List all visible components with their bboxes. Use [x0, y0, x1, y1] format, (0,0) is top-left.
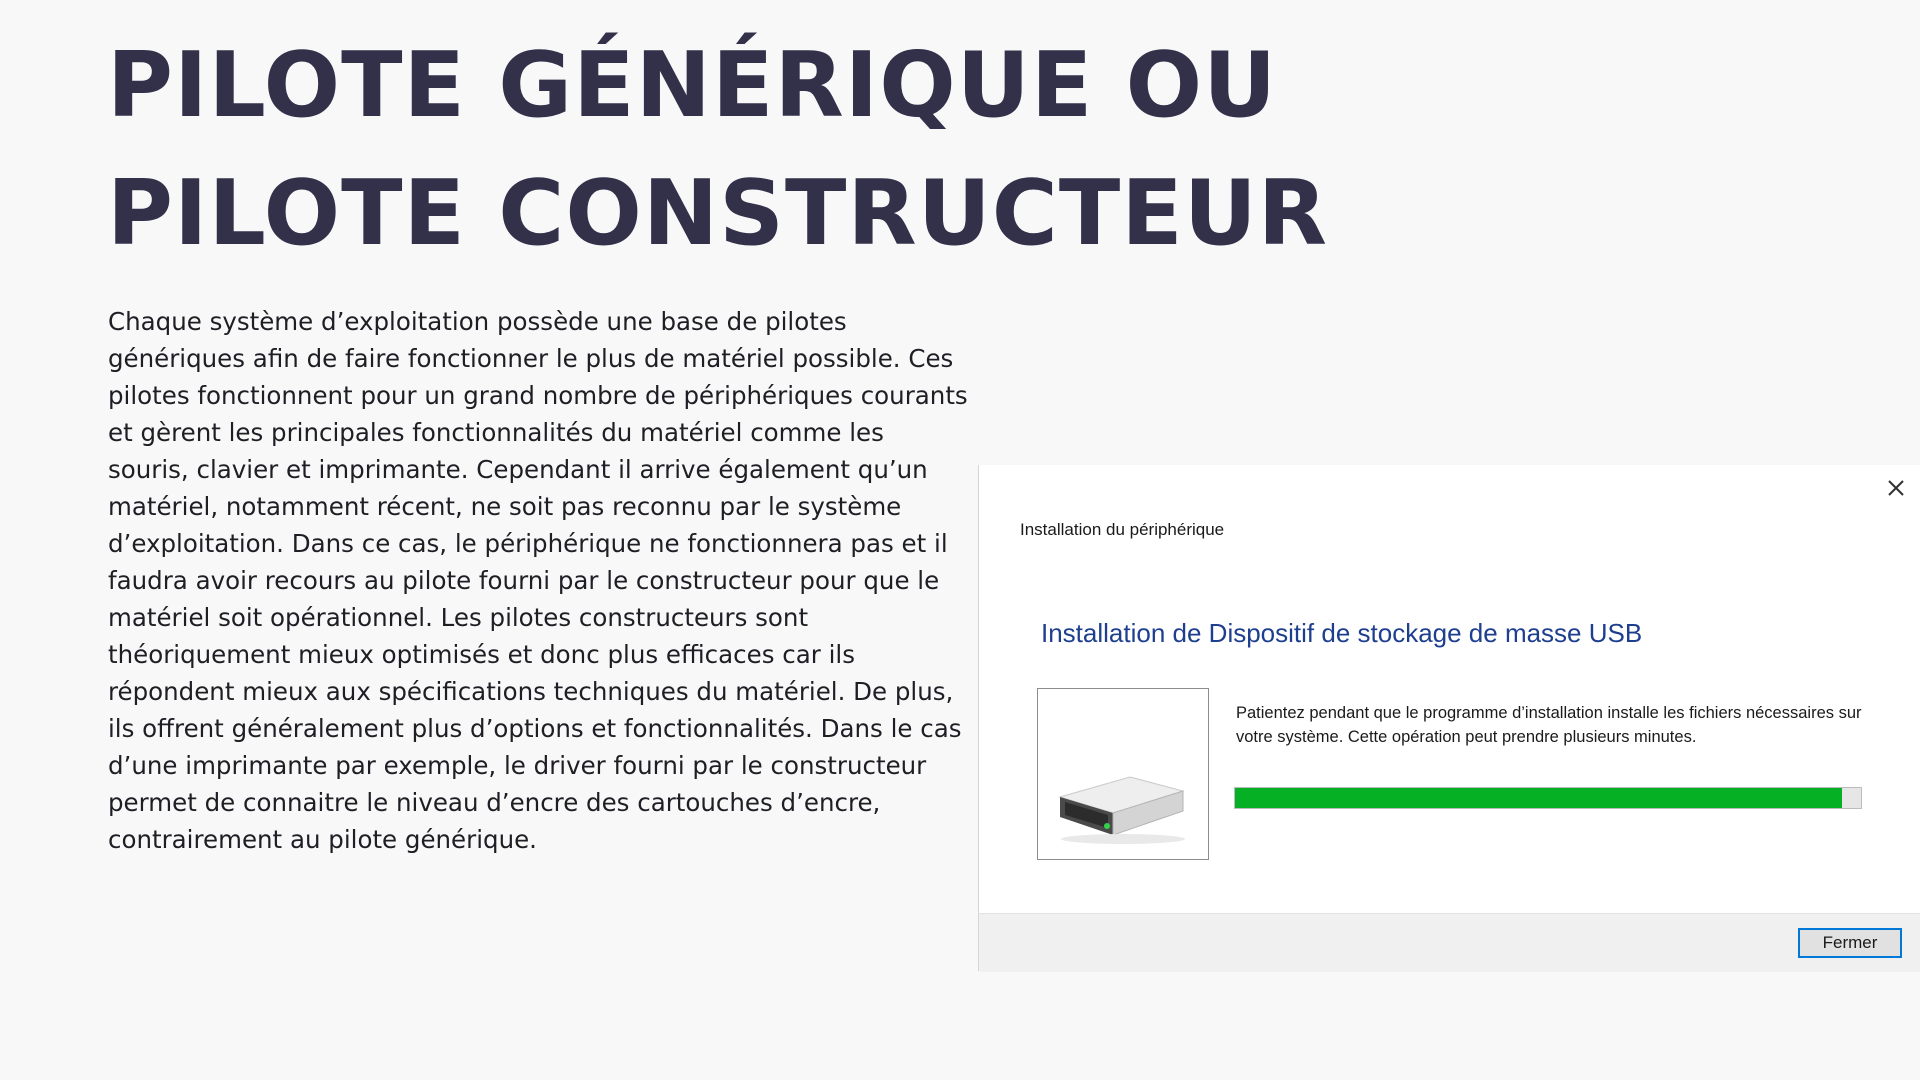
installation-dialog: Installation du périphérique Installatio… — [978, 465, 1920, 972]
progress-bar-fill — [1235, 788, 1843, 808]
close-button[interactable] — [1883, 475, 1909, 501]
device-image-frame — [1037, 688, 1209, 860]
usb-drive-icon — [1038, 689, 1208, 859]
dialog-heading: Installation de Dispositif de stockage d… — [1041, 618, 1643, 648]
fermer-button[interactable]: Fermer — [1798, 928, 1902, 958]
progress-bar — [1234, 787, 1862, 809]
dialog-window-title: Installation du périphérique — [1020, 520, 1225, 539]
dialog-message: Patientez pendant que le programme d’ins… — [1236, 704, 1862, 746]
dialog-footer: Fermer — [979, 913, 1920, 972]
close-icon — [1883, 475, 1909, 501]
slide-body-text: Chaque système d’exploitation possède un… — [108, 307, 968, 854]
slide-title: PILOTE GÉNÉRIQUE OU PILOTE CONSTRUCTEUR — [107, 33, 1329, 266]
